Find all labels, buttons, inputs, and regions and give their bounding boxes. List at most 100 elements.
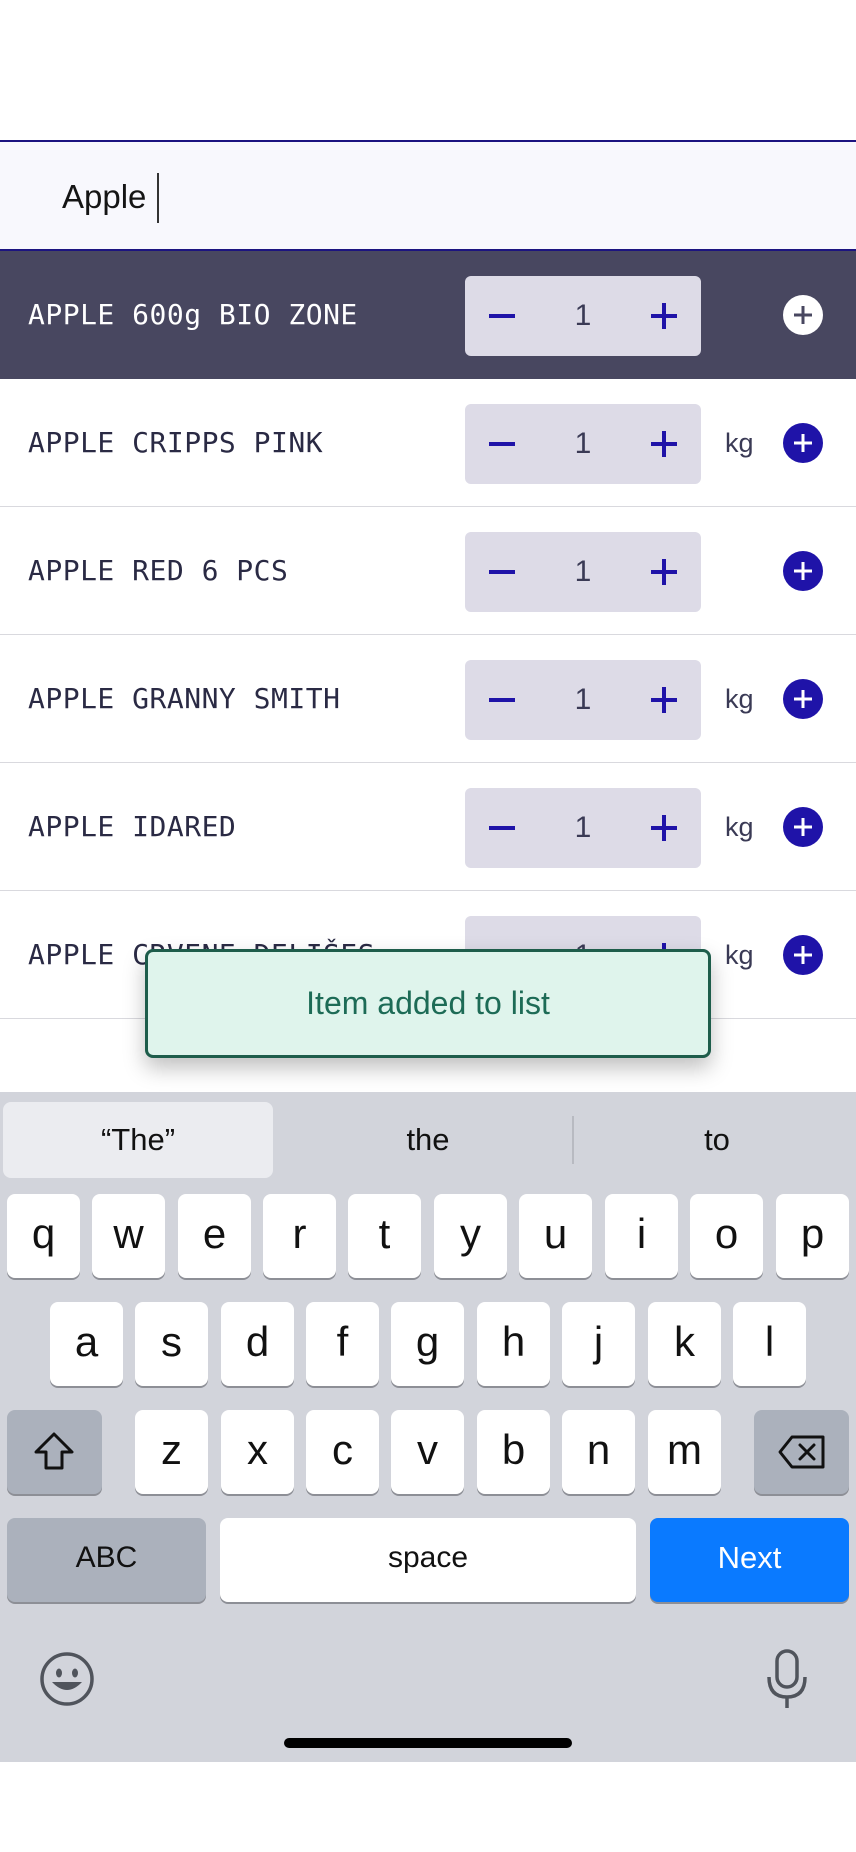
key-z[interactable]: z	[135, 1410, 208, 1494]
unit-label: kg	[725, 684, 754, 714]
quantity-value: 1	[574, 299, 592, 332]
plus-circle-icon	[794, 690, 812, 708]
suggestion-item[interactable]: to	[574, 1102, 856, 1178]
home-indicator	[284, 1738, 572, 1748]
add-to-list-button[interactable]	[783, 551, 823, 591]
key-p[interactable]: p	[776, 1194, 849, 1278]
top-bar	[0, 0, 856, 140]
key-c[interactable]: c	[306, 1410, 379, 1494]
key-j[interactable]: j	[562, 1302, 635, 1386]
keyboard: “The” the to q w e r t y u i o p a s d f…	[0, 1092, 856, 1762]
suggestion-item[interactable]: “The”	[3, 1102, 273, 1178]
key-y[interactable]: y	[434, 1194, 507, 1278]
add-to-list-button[interactable]	[783, 295, 823, 335]
decrement-button[interactable]	[465, 660, 539, 740]
microphone-icon[interactable]	[765, 1649, 809, 1711]
list-item[interactable]: APPLE IDARED 1 kg	[0, 763, 856, 891]
shift-icon	[34, 1432, 74, 1470]
key-o[interactable]: o	[690, 1194, 763, 1278]
shift-key[interactable]	[7, 1410, 102, 1494]
key-b[interactable]: b	[477, 1410, 550, 1494]
unit-label: kg	[725, 940, 754, 970]
text-caret	[157, 173, 159, 223]
key-d[interactable]: d	[221, 1302, 294, 1386]
search-input[interactable]: Apple	[62, 178, 146, 216]
search-bar[interactable]: Apple	[0, 140, 856, 251]
increment-button[interactable]	[627, 404, 701, 484]
key-l[interactable]: l	[733, 1302, 806, 1386]
key-v[interactable]: v	[391, 1410, 464, 1494]
decrement-button[interactable]	[465, 404, 539, 484]
key-t[interactable]: t	[348, 1194, 421, 1278]
item-name: APPLE RED 6 PCS	[28, 554, 289, 587]
plus-icon	[651, 303, 677, 329]
key-g[interactable]: g	[391, 1302, 464, 1386]
item-name: APPLE CRIPPS PINK	[28, 426, 324, 459]
list-item[interactable]: APPLE 600g BIO ZONE 1	[0, 251, 856, 379]
add-to-list-button[interactable]	[783, 935, 823, 975]
item-name: APPLE 600g BIO ZONE	[28, 298, 358, 331]
decrement-button[interactable]	[465, 276, 539, 356]
plus-icon	[651, 687, 677, 713]
add-to-list-button[interactable]	[783, 679, 823, 719]
key-w[interactable]: w	[92, 1194, 165, 1278]
key-k[interactable]: k	[648, 1302, 721, 1386]
item-name: APPLE GRANNY SMITH	[28, 682, 341, 715]
key-r[interactable]: r	[263, 1194, 336, 1278]
key-n[interactable]: n	[562, 1410, 635, 1494]
add-to-list-button[interactable]	[783, 807, 823, 847]
product-list: APPLE 600g BIO ZONE 1 APPLE CRIPPS PINK …	[0, 251, 856, 1019]
quantity-stepper: 1	[465, 404, 701, 484]
quantity-stepper: 1	[465, 532, 701, 612]
key-s[interactable]: s	[135, 1302, 208, 1386]
plus-circle-icon	[794, 818, 812, 836]
toast-notification: Item added to list	[145, 949, 711, 1058]
increment-button[interactable]	[627, 660, 701, 740]
plus-icon	[651, 431, 677, 457]
quantity-value: 1	[574, 811, 592, 844]
decrement-button[interactable]	[465, 532, 539, 612]
minus-icon	[489, 698, 515, 702]
bottom-area	[0, 1762, 856, 1852]
plus-circle-icon	[794, 946, 812, 964]
quantity-stepper: 1	[465, 660, 701, 740]
key-a[interactable]: a	[50, 1302, 123, 1386]
key-f[interactable]: f	[306, 1302, 379, 1386]
increment-button[interactable]	[627, 276, 701, 356]
quantity-value: 1	[574, 555, 592, 588]
suggestion-bar: “The” the to	[0, 1092, 856, 1184]
minus-icon	[489, 442, 515, 446]
plus-icon	[651, 815, 677, 841]
key-u[interactable]: u	[519, 1194, 592, 1278]
backspace-icon	[778, 1435, 825, 1469]
minus-icon	[489, 570, 515, 574]
abc-key[interactable]: ABC	[7, 1518, 206, 1602]
minus-icon	[489, 314, 515, 318]
space-key[interactable]: space	[220, 1518, 636, 1602]
suggestion-item[interactable]: the	[285, 1102, 571, 1178]
list-item[interactable]: APPLE RED 6 PCS 1	[0, 507, 856, 635]
unit-label: kg	[725, 812, 754, 842]
plus-icon	[651, 559, 677, 585]
quantity-value: 1	[574, 683, 592, 716]
increment-button[interactable]	[627, 788, 701, 868]
backspace-key[interactable]	[754, 1410, 849, 1494]
key-h[interactable]: h	[477, 1302, 550, 1386]
unit-label: kg	[725, 428, 754, 458]
increment-button[interactable]	[627, 532, 701, 612]
next-key[interactable]: Next	[650, 1518, 849, 1602]
plus-circle-icon	[794, 434, 812, 452]
list-item[interactable]: APPLE CRIPPS PINK 1 kg	[0, 379, 856, 507]
plus-circle-icon	[794, 562, 812, 580]
key-m[interactable]: m	[648, 1410, 721, 1494]
key-q[interactable]: q	[7, 1194, 80, 1278]
key-e[interactable]: e	[178, 1194, 251, 1278]
decrement-button[interactable]	[465, 788, 539, 868]
list-item[interactable]: APPLE GRANNY SMITH 1 kg	[0, 635, 856, 763]
key-x[interactable]: x	[221, 1410, 294, 1494]
emoji-icon[interactable]	[38, 1650, 96, 1708]
plus-circle-icon	[794, 306, 812, 324]
key-i[interactable]: i	[605, 1194, 678, 1278]
quantity-value: 1	[574, 427, 592, 460]
add-to-list-button[interactable]	[783, 423, 823, 463]
